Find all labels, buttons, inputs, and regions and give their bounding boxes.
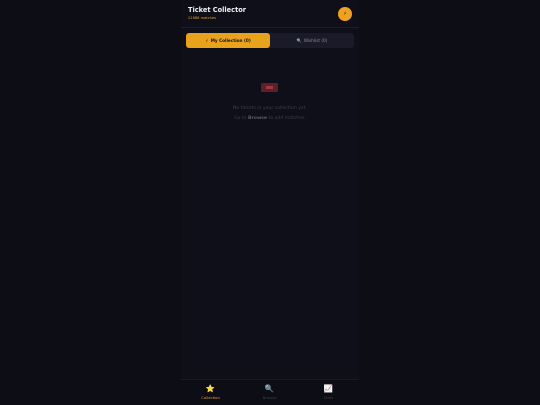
empty-hint-suffix: to add matches.: [268, 116, 306, 121]
tab-wishlist[interactable]: 🔍 Wishlist (0): [270, 33, 354, 48]
tab-label: My Collection (0): [210, 38, 251, 43]
nav-collection[interactable]: ⭐ Collection: [181, 384, 240, 404]
chart-icon: 📈: [323, 384, 334, 393]
lightning-icon: ⚡: [343, 11, 347, 17]
empty-hint-prefix: Go to: [234, 116, 247, 121]
tab-label: Wishlist (0): [303, 38, 328, 43]
app-window: Ticket Collector 21686 matches ⚡ ✓ My Co…: [181, 0, 359, 405]
star-icon: ⭐: [205, 384, 216, 393]
collection-tabs: ✓ My Collection (0) 🔍 Wishlist (0): [186, 33, 354, 48]
check-icon: ✓: [205, 38, 209, 43]
nav-stats[interactable]: 📈 Stats: [299, 384, 358, 404]
tab-my-collection[interactable]: ✓ My Collection (0): [186, 33, 270, 48]
bottom-nav: ⭐ Collection 🔍 Browse 📈 Stats: [181, 379, 359, 405]
empty-message: No tickets in your collection yet.: [232, 106, 308, 111]
empty-hint: Go to Browse to add matches.: [181, 116, 359, 121]
nav-label: Browse: [262, 395, 277, 400]
search-icon: 🔍: [296, 37, 302, 43]
search-icon: 🔍: [264, 384, 275, 393]
avatar[interactable]: ⚡: [338, 7, 352, 21]
match-count: 21686 matches: [188, 16, 217, 20]
nav-browse[interactable]: 🔍 Browse: [240, 384, 299, 404]
nav-label: Collection: [201, 395, 220, 400]
app-header: Ticket Collector 21686 matches ⚡: [181, 0, 359, 28]
nav-label: Stats: [323, 395, 334, 400]
ticket-icon: [261, 83, 278, 92]
app-title: Ticket Collector: [188, 6, 246, 14]
browse-link[interactable]: Browse: [248, 116, 267, 121]
